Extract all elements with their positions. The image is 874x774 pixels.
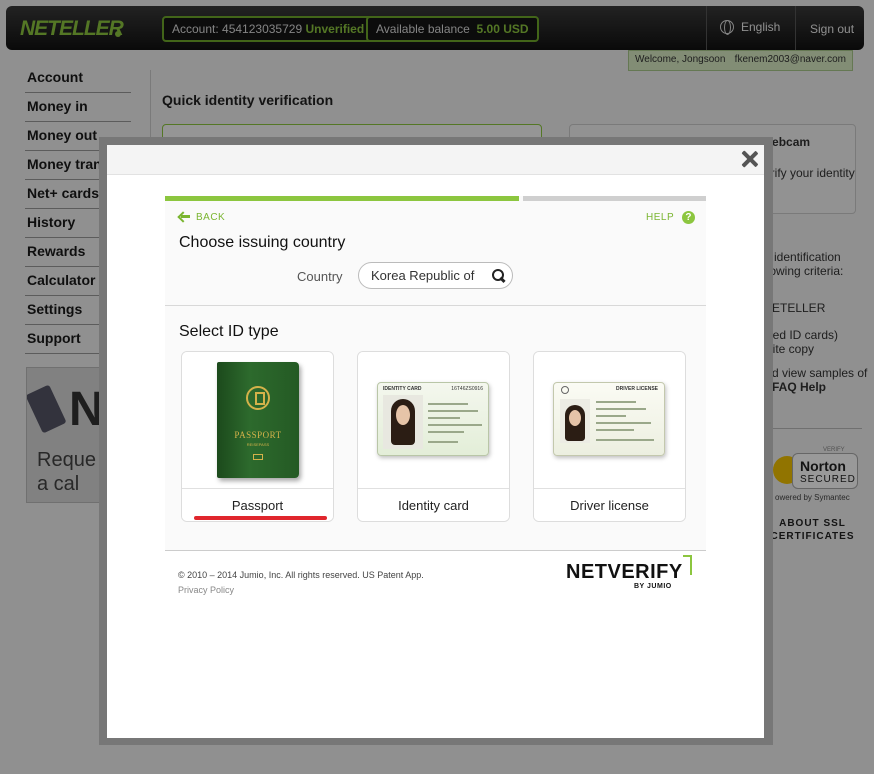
select-id-type-heading: Select ID type [179, 323, 279, 340]
chip-icon [253, 454, 263, 460]
driver-license-icon: DRIVER LICENSE [553, 382, 665, 456]
verification-panel: BACK HELP? Choose issuing country Countr… [165, 196, 706, 550]
passport-cover-subtitle: REISEPASS [246, 442, 270, 447]
driver-license-image: DRIVER LICENSE [534, 352, 685, 488]
selected-indicator [194, 516, 327, 520]
netverify-mark-icon [683, 555, 692, 575]
help-button[interactable]: HELP? [646, 211, 696, 224]
help-icon: ? [682, 211, 696, 224]
id-type-label: Identity card [358, 488, 509, 521]
back-label: BACK [196, 212, 226, 223]
portrait-icon [560, 399, 590, 443]
copyright-text: © 2010 – 2014 Jumio, Inc. All rights res… [178, 570, 424, 580]
dl-header: DRIVER LICENSE [616, 386, 658, 392]
country-label: Country [297, 269, 343, 284]
id-type-identity-card[interactable]: IDENTITY CARD 16T46ZS0916 Identity card [357, 351, 510, 522]
emblem-icon [246, 386, 270, 410]
progress-step-complete [165, 196, 519, 201]
passport-icon: PASSPORT REISEPASS [217, 362, 299, 478]
close-icon[interactable] [739, 149, 759, 169]
help-label: HELP [646, 212, 675, 223]
country-input[interactable] [371, 268, 483, 283]
netverify-by-jumio: BY JUMIO [634, 583, 672, 590]
passport-cover-title: PASSPORT [234, 430, 282, 440]
divider [165, 305, 706, 306]
id-type-driver-license[interactable]: DRIVER LICENSE Driver license [533, 351, 686, 522]
portrait-icon [383, 395, 423, 449]
progress-step-remaining [523, 196, 706, 201]
id-type-label: Driver license [534, 488, 685, 521]
id-card-number: 16T46ZS0916 [451, 386, 483, 392]
arrow-left-icon [179, 212, 190, 220]
netverify-modal: BACK HELP? Choose issuing country Countr… [107, 145, 764, 738]
passport-image: PASSPORT REISEPASS [182, 352, 333, 488]
modal-header [107, 145, 764, 175]
netverify-logo: NETVERIFY [566, 561, 683, 583]
id-type-passport[interactable]: PASSPORT REISEPASS Passport [181, 351, 334, 522]
country-search-field[interactable] [358, 262, 513, 289]
id-card-header: IDENTITY CARD [383, 386, 422, 392]
identity-card-image: IDENTITY CARD 16T46ZS0916 [358, 352, 509, 488]
privacy-policy-link[interactable]: Privacy Policy [178, 585, 234, 595]
search-icon[interactable] [492, 269, 506, 283]
divider [165, 550, 706, 551]
identity-card-icon: IDENTITY CARD 16T46ZS0916 [377, 382, 489, 456]
emblem-icon [561, 386, 569, 394]
back-button[interactable]: BACK [179, 212, 225, 223]
choose-country-heading: Choose issuing country [179, 234, 346, 251]
